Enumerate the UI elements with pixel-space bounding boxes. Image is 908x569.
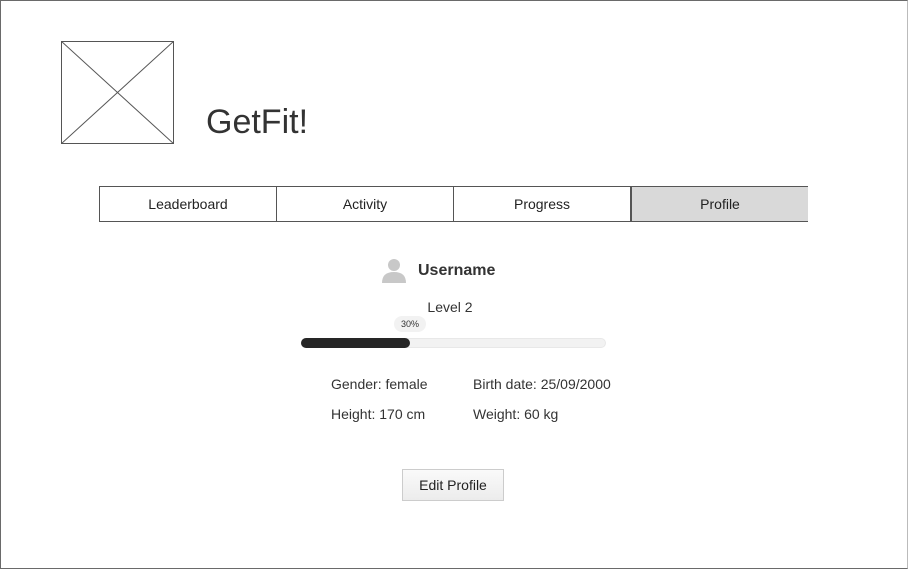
tab-profile[interactable]: Profile — [631, 186, 808, 222]
user-icon — [382, 259, 406, 283]
tab-leaderboard[interactable]: Leaderboard — [99, 186, 276, 222]
level-label: Level 2 — [427, 299, 473, 315]
user-header: Username — [382, 258, 495, 284]
username: Username — [418, 262, 496, 279]
gender: Gender: female — [331, 376, 428, 392]
tab-bar: Leaderboard Activity Progress Profile — [99, 186, 808, 222]
tab-progress[interactable]: Progress — [453, 186, 631, 222]
progress-fill — [301, 338, 411, 348]
tab-activity[interactable]: Activity — [276, 186, 453, 222]
height: Height: 170 cm — [331, 406, 426, 422]
logo-image-placeholder — [61, 41, 174, 144]
progress-label: 30% — [394, 316, 426, 332]
edit-profile-button[interactable]: Edit Profile — [402, 469, 504, 501]
progress-bar — [301, 338, 606, 348]
app-title: GetFit! — [206, 103, 309, 141]
birth-date: Birth date: 25/09/2000 — [473, 376, 611, 392]
weight: Weight: 60 kg — [473, 406, 559, 422]
